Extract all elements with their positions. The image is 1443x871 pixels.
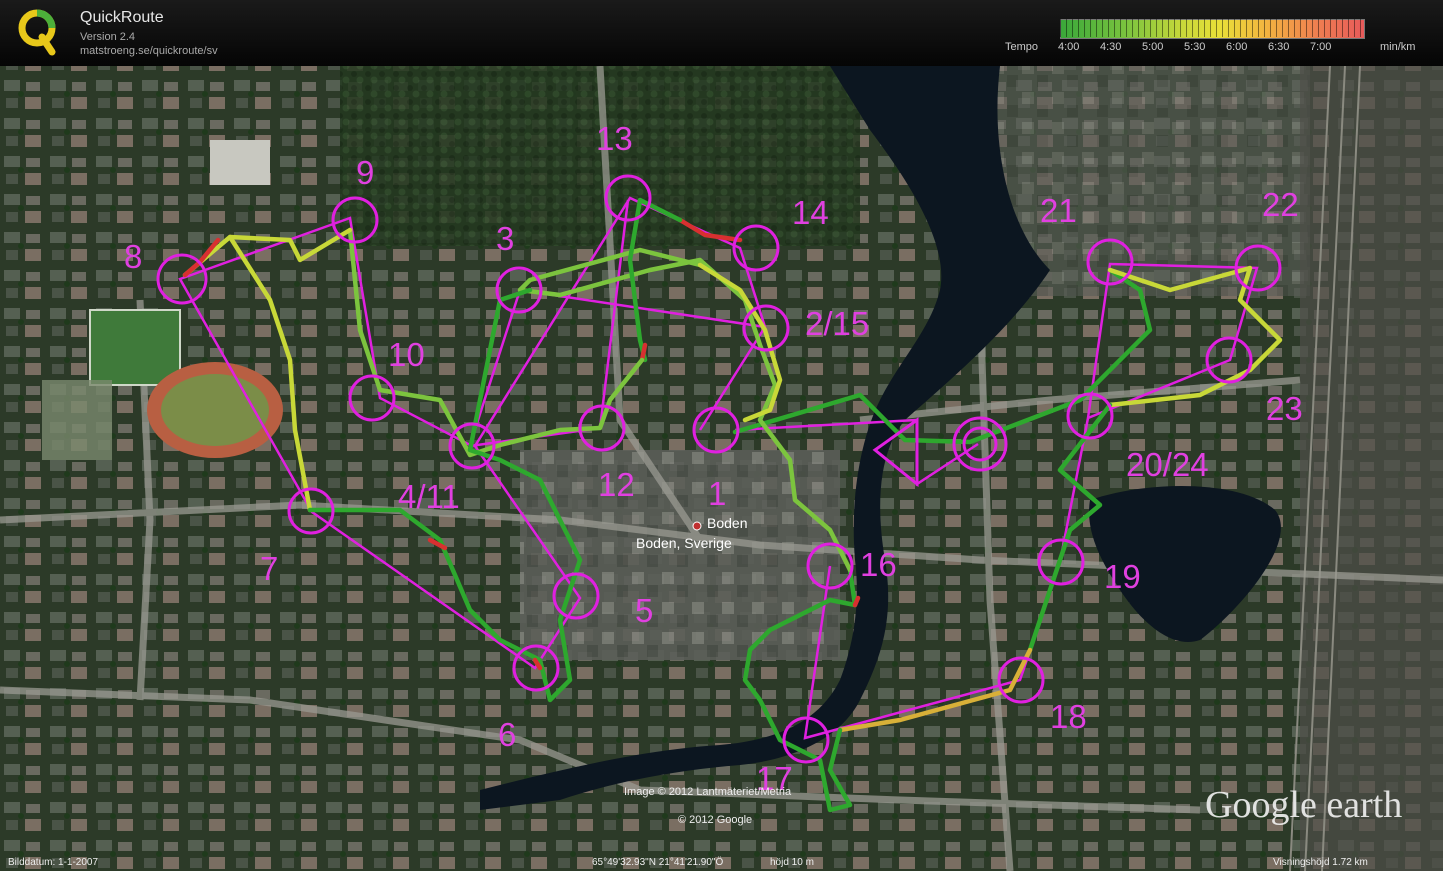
control-label: 3: [496, 220, 514, 257]
control-label: 4/11: [398, 478, 460, 515]
control-label: 13: [596, 120, 633, 157]
imagery-date: Bilddatum: 1-1-2007: [8, 857, 99, 868]
control-label: 12: [598, 466, 635, 503]
tempo-scale-ticks: [1060, 19, 1363, 37]
control-label: 7: [260, 550, 278, 587]
sports-ground: [42, 380, 112, 460]
place-label: Boden: [707, 515, 747, 531]
control-label: 18: [1050, 698, 1087, 735]
place-pin-icon[interactable]: [692, 521, 702, 531]
cursor-coordinates: 65°49'32.93"N 21°41'21.90"Ö: [592, 857, 724, 868]
football-field: [89, 309, 181, 386]
satellite-map[interactable]: 1 2/15 3 4/11 5 6 7 8 9 10 12 13 14 16 1…: [0, 66, 1443, 871]
building: [210, 140, 270, 185]
eye-altitude: Visningshöjd 1.72 km: [1273, 857, 1368, 868]
rail-yard: [1300, 66, 1443, 871]
control-label: 16: [860, 546, 897, 583]
tempo-tick: 4:00: [1058, 41, 1080, 53]
control-label: 14: [792, 194, 829, 231]
tempo-tick: 5:30: [1184, 41, 1206, 53]
quickroute-logo: [18, 9, 56, 56]
elevation: höjd 10 m: [770, 857, 814, 868]
control-label: 21: [1040, 192, 1077, 229]
app-version: Version 2.4: [80, 31, 136, 43]
control-label: 20/24: [1126, 446, 1209, 483]
tempo-unit: min/km: [1380, 41, 1416, 53]
tempo-tick: 4:30: [1100, 41, 1122, 53]
place-label-full: Boden, Sverige: [636, 535, 732, 551]
tempo-label: Tempo: [1005, 41, 1039, 53]
top-bar: QuickRoute Version 2.4 matstroeng.se/qui…: [0, 0, 1443, 66]
control-label: 6: [498, 716, 516, 753]
google-credit: © 2012 Google: [678, 814, 752, 826]
control-label: 2/15: [805, 305, 869, 342]
app-title: QuickRoute: [80, 9, 164, 26]
control-label: 10: [388, 336, 425, 373]
app-url: matstroeng.se/quickroute/sv: [80, 45, 218, 57]
control-label: 19: [1104, 558, 1141, 595]
control-label: 23: [1266, 390, 1303, 427]
control-label: 1: [708, 475, 726, 512]
tempo-tick: 6:30: [1268, 41, 1290, 53]
tempo-tick: 5:00: [1142, 41, 1164, 53]
tempo-tick: 7:00: [1310, 41, 1332, 53]
imagery-credit: Image © 2012 Lantmäteriet/Metria: [624, 786, 792, 798]
control-label: 9: [356, 154, 374, 191]
map-canvas[interactable]: 1 2/15 3 4/11 5 6 7 8 9 10 12 13 14 16 1…: [0, 66, 1443, 871]
status-bar: Bilddatum: 1-1-2007 65°49'32.93"N 21°41'…: [0, 855, 1443, 871]
control-label: 8: [124, 238, 142, 275]
google-earth-logo: Google earth: [1205, 784, 1402, 826]
control-label: 22: [1262, 186, 1299, 223]
tempo-tick: 6:00: [1226, 41, 1248, 53]
control-label: 5: [635, 592, 653, 629]
